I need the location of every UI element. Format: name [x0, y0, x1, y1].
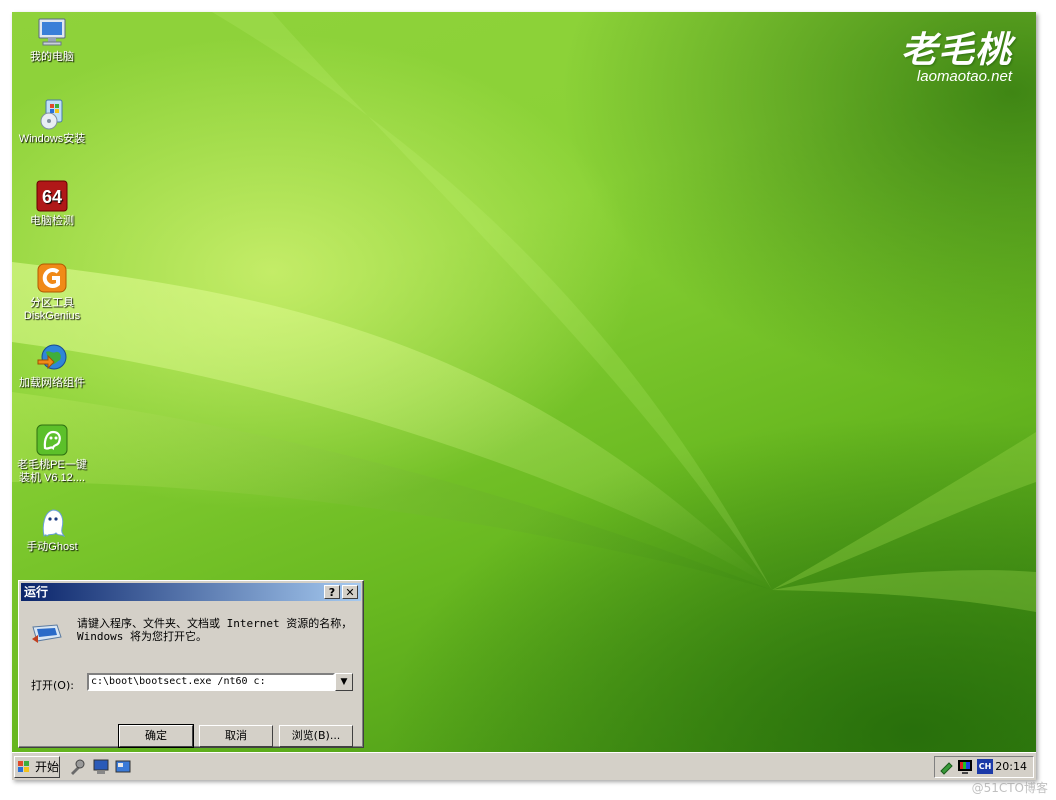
network-globe-icon	[36, 342, 68, 374]
clock[interactable]: 20:14	[995, 760, 1027, 773]
brand-logo-text: 老毛桃	[900, 29, 1012, 71]
start-button[interactable]: 开始	[14, 756, 60, 778]
brand-site: laomaotao.net	[916, 68, 1012, 85]
usb-tray-icon[interactable]	[939, 759, 955, 775]
desktop-icon-ghost[interactable]: 手动Ghost	[14, 506, 90, 554]
windows-install-icon	[36, 98, 68, 130]
ok-button[interactable]: 确定	[118, 724, 194, 748]
help-button[interactable]: ?	[324, 585, 340, 599]
my-computer-icon	[36, 16, 68, 48]
close-button[interactable]: ✕	[342, 585, 358, 599]
desktop-icon-windows-install[interactable]: Windows安装	[14, 98, 90, 146]
desktop-icon-label: 手动Ghost	[26, 541, 78, 553]
quicklaunch-tool-icon[interactable]	[68, 758, 86, 776]
desktop-icon-aida64[interactable]: 64 电脑检测	[14, 180, 90, 228]
browse-button[interactable]: 浏览(B)...	[279, 725, 353, 747]
quicklaunch-monitor-icon[interactable]	[92, 758, 110, 776]
diskgenius-icon	[36, 262, 68, 294]
desktop-icon-label: 我的电脑	[30, 51, 74, 63]
system-tray: CH 20:14	[934, 756, 1034, 778]
command-input[interactable]: c:\boot\bootsect.exe /nt60 c:	[87, 673, 335, 691]
brand-logo: 老毛桃 laomaotao.net	[901, 30, 1012, 85]
display-tray-icon[interactable]	[957, 759, 973, 775]
run-description: 请键入程序、文件夹、文档或 Internet 资源的名称，Windows 将为您…	[77, 617, 353, 643]
run-dialog-titlebar[interactable]: 运行 ? ✕	[21, 583, 361, 601]
start-label: 开始	[35, 760, 60, 774]
desktop-icon-label: 老毛桃PE一键 装机 V6.12....	[17, 459, 87, 484]
windows-flag-icon	[18, 761, 29, 772]
desktop-icon-label: Windows安装	[18, 133, 86, 145]
desktop: 老毛桃 laomaotao.net 我的电脑 Windows安装 64 电脑检测…	[12, 12, 1036, 752]
run-dialog-title: 运行	[24, 585, 49, 599]
run-program-icon	[31, 621, 63, 645]
taskbar: 开始 CH 20:14	[12, 752, 1036, 780]
quicklaunch-desktop-icon[interactable]	[114, 758, 132, 776]
desktop-icon-my-computer[interactable]: 我的电脑	[14, 16, 90, 64]
watermark: @51CTO博客	[971, 781, 1048, 795]
desktop-icon-laomaotao-installer[interactable]: 老毛桃PE一键 装机 V6.12....	[14, 424, 90, 485]
ghost-icon	[36, 506, 68, 538]
run-dialog: 运行 ? ✕ 请键入程序、文件夹、文档或 Internet 资源的名称，Wind…	[18, 580, 364, 748]
input-language-indicator[interactable]: CH	[977, 759, 993, 774]
desktop-icon-diskgenius[interactable]: 分区工具 DiskGenius	[14, 262, 90, 323]
open-label: 打开(O):	[31, 679, 74, 692]
desktop-icon-label: 加载网络组件	[19, 377, 85, 389]
desktop-icon-label: 分区工具 DiskGenius	[23, 297, 81, 322]
svg-text:64: 64	[42, 187, 62, 207]
dropdown-arrow-button[interactable]: ▼	[335, 673, 353, 691]
aida64-icon: 64	[36, 180, 68, 212]
screen: 老毛桃 laomaotao.net 我的电脑 Windows安装 64 电脑检测…	[12, 12, 1036, 780]
laomaotao-installer-icon	[36, 424, 68, 456]
desktop-icon-network[interactable]: 加载网络组件	[14, 342, 90, 390]
desktop-icon-label: 电脑检测	[30, 215, 74, 227]
cancel-button[interactable]: 取消	[199, 725, 273, 747]
